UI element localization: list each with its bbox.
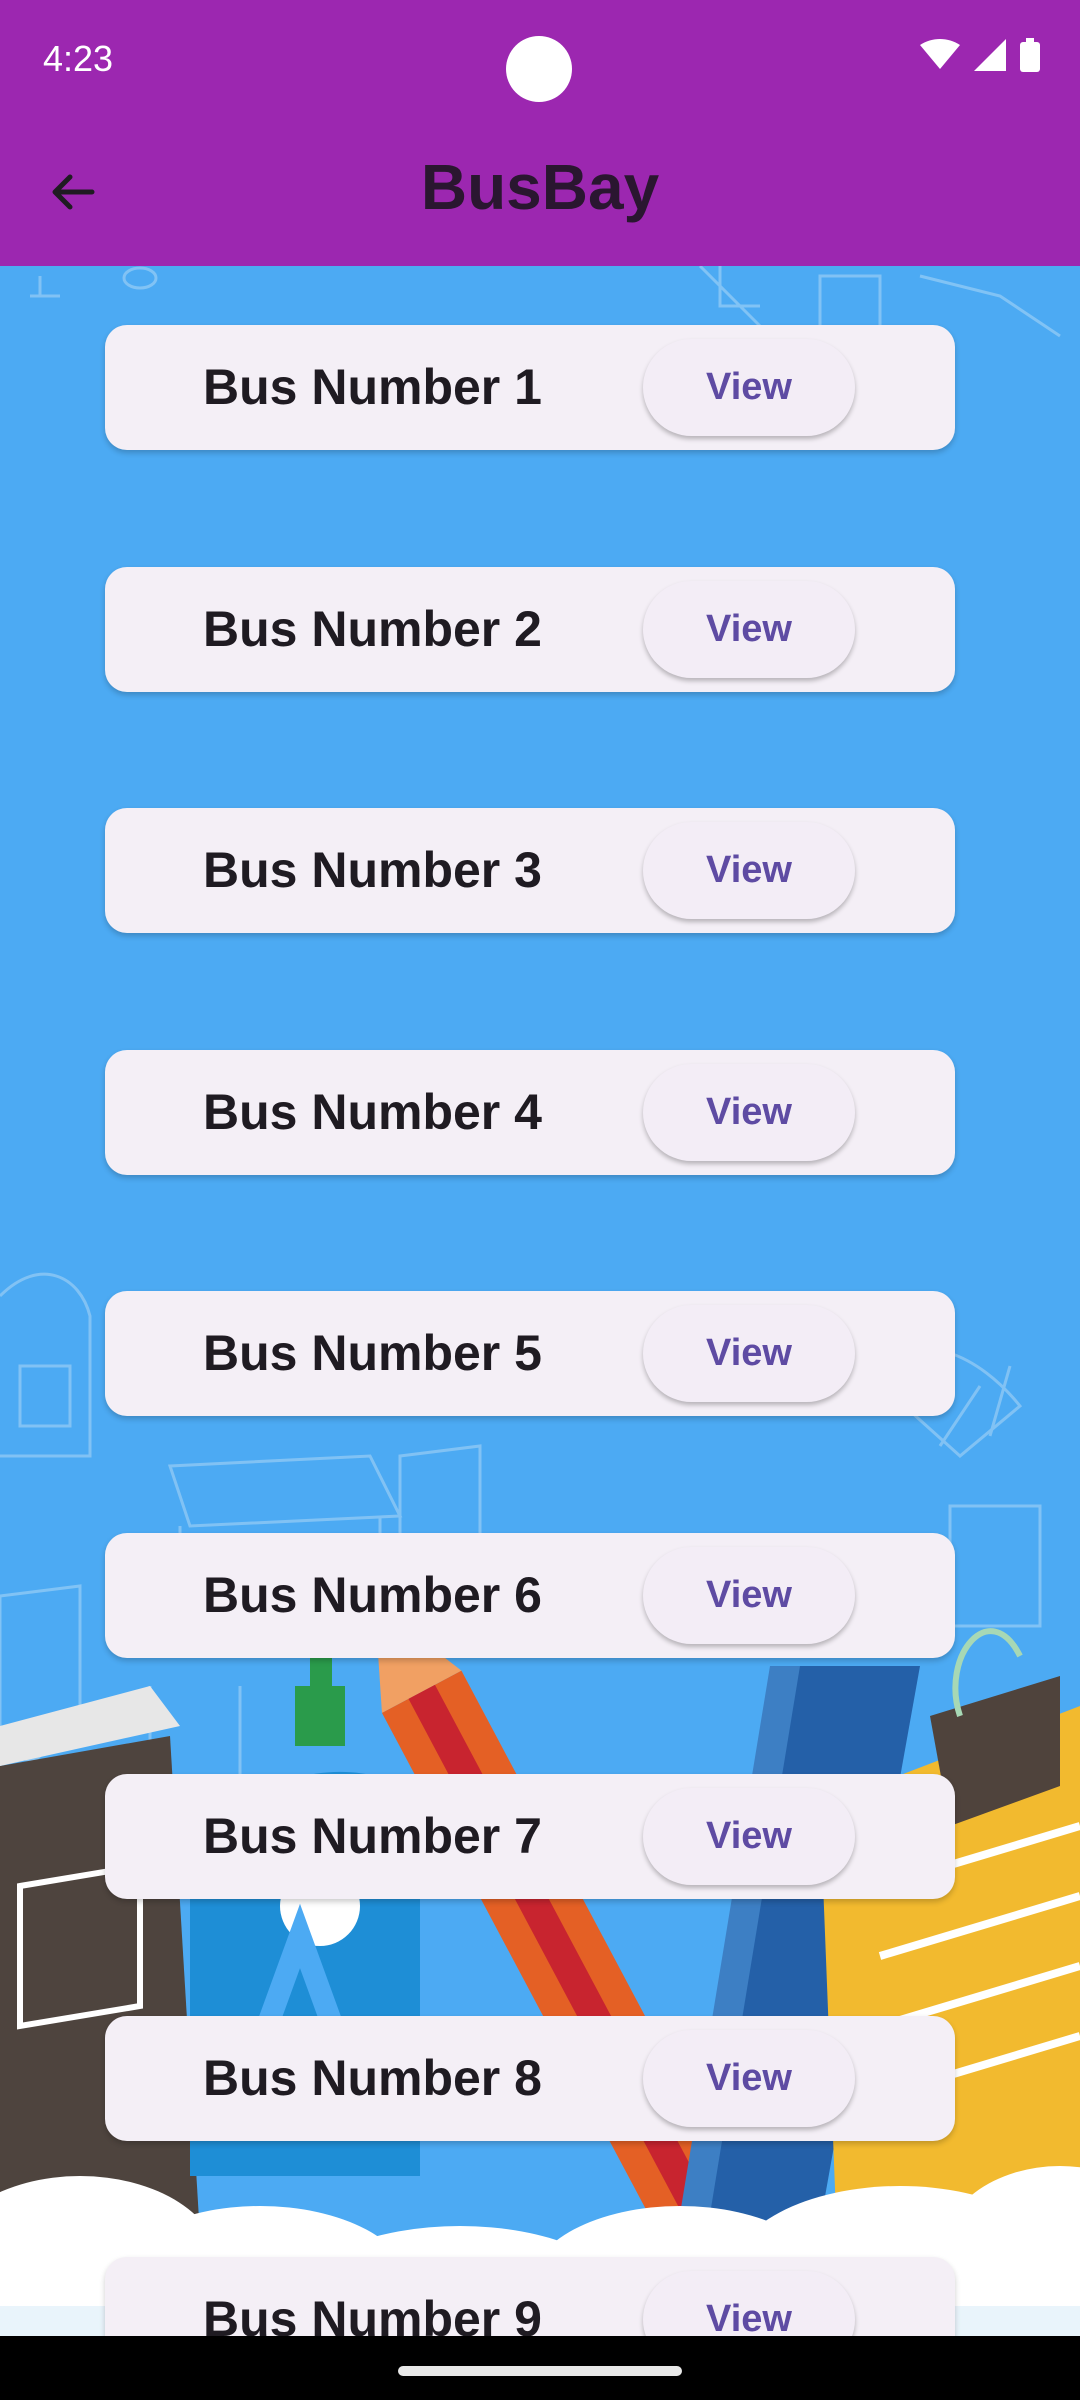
view-button[interactable]: View (643, 2030, 855, 2127)
bus-card-1: Bus Number 1 View (105, 325, 955, 450)
bus-label: Bus Number 7 (203, 1808, 542, 1864)
app-bar: 4:23 BusBay (0, 0, 1080, 266)
wifi-icon (920, 39, 960, 76)
view-button[interactable]: View (643, 822, 855, 919)
camera-cutout (506, 36, 572, 102)
bus-label: Bus Number 9 (203, 2291, 542, 2336)
view-button[interactable]: View (643, 581, 855, 678)
status-icons (920, 38, 1040, 77)
bus-list[interactable]: Bus Number 1 View Bus Number 2 View Bus … (0, 266, 1080, 2336)
battery-icon (1020, 38, 1040, 77)
view-button[interactable]: View (643, 339, 855, 436)
page-title: BusBay (420, 151, 660, 223)
bus-label: Bus Number 5 (203, 1325, 542, 1381)
view-button[interactable]: View (643, 2271, 855, 2336)
bus-card-9: Bus Number 9 View (105, 2257, 955, 2336)
bus-card-7: Bus Number 7 View (105, 1774, 955, 1899)
bus-label: Bus Number 6 (203, 1567, 542, 1623)
bus-card-3: Bus Number 3 View (105, 808, 955, 933)
bus-card-2: Bus Number 2 View (105, 567, 955, 692)
bus-card-4: Bus Number 4 View (105, 1050, 955, 1175)
bus-label: Bus Number 3 (203, 842, 542, 898)
bus-label: Bus Number 8 (203, 2050, 542, 2106)
status-time: 4:23 (43, 38, 114, 79)
bus-card-8: Bus Number 8 View (105, 2016, 955, 2141)
view-button[interactable]: View (643, 1305, 855, 1402)
signal-icon (974, 39, 1006, 76)
bus-label: Bus Number 2 (203, 601, 542, 657)
view-button[interactable]: View (643, 1788, 855, 1885)
view-button[interactable]: View (643, 1064, 855, 1161)
home-gesture-handle[interactable] (398, 2366, 682, 2376)
navigation-bar (0, 2336, 1080, 2400)
bus-label: Bus Number 4 (203, 1084, 542, 1140)
bus-card-6: Bus Number 6 View (105, 1533, 955, 1658)
view-button[interactable]: View (643, 1547, 855, 1644)
screen: 4:23 BusBay Bus Number 1 View Bus Number… (0, 0, 1080, 2400)
bus-label: Bus Number 1 (203, 359, 542, 415)
bus-card-5: Bus Number 5 View (105, 1291, 955, 1416)
